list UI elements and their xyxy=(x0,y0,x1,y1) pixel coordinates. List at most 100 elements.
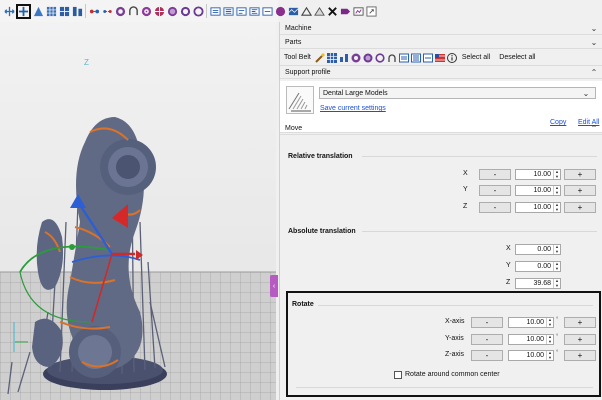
hollow-icon[interactable] xyxy=(351,53,361,63)
rel-z-minus-button[interactable]: - xyxy=(479,202,511,213)
section-support-profile-label: Support profile xyxy=(285,68,331,76)
ring-icon[interactable] xyxy=(375,52,385,63)
ring-icon[interactable] xyxy=(192,4,204,18)
move-icon[interactable] xyxy=(3,4,15,18)
layers-icon[interactable] xyxy=(261,4,273,18)
export-icon[interactable] xyxy=(339,4,351,18)
rel-y-plus-button[interactable]: + xyxy=(564,185,596,196)
spinner-arrows[interactable]: ▲ ▼ xyxy=(553,186,560,195)
hollow-icon[interactable] xyxy=(114,4,126,18)
view-icon[interactable] xyxy=(287,4,299,18)
arrange-icon[interactable] xyxy=(339,53,349,63)
rel-z-plus-button[interactable]: + xyxy=(564,202,596,213)
panel-collapse-tab[interactable]: ‹ xyxy=(270,275,278,297)
rel-x-plus-button[interactable]: + xyxy=(564,169,596,180)
brush-icon[interactable] xyxy=(313,4,325,18)
rotate-x-label: X-axis xyxy=(445,318,465,325)
spinner-arrows[interactable]: ▲ ▼ xyxy=(546,351,553,360)
support-icon[interactable] xyxy=(32,4,44,18)
save-current-settings-link[interactable]: Save current settings xyxy=(320,105,386,112)
circle-icon[interactable] xyxy=(166,4,178,18)
section-parts[interactable]: Parts ⌄ xyxy=(280,36,602,49)
section-support-profile[interactable]: Support profile ⌃ xyxy=(280,66,602,79)
rel-x-input[interactable]: 10.00 ▲ ▼ xyxy=(515,169,561,180)
sphere-icon[interactable] xyxy=(179,4,191,18)
crosshair-icon[interactable] xyxy=(153,4,165,18)
spinner-arrows[interactable]: ▲ ▼ xyxy=(553,170,560,179)
rotate-y-plus-button[interactable]: + xyxy=(564,334,596,345)
connect-icon[interactable] xyxy=(88,4,100,18)
spinner-arrows[interactable]: ▲ ▼ xyxy=(546,335,553,344)
paint-icon[interactable] xyxy=(422,53,433,63)
rotate-z-input[interactable]: 10.00 ▲ ▼ xyxy=(508,350,554,361)
chevron-up-icon: ⌃ xyxy=(590,123,598,133)
grid-icon[interactable] xyxy=(45,4,57,18)
measure-icon[interactable] xyxy=(398,53,409,63)
settings-icon[interactable] xyxy=(352,4,364,18)
rotate-x-value: 10.00 xyxy=(526,319,544,326)
3d-viewport[interactable]: Z xyxy=(0,22,276,400)
spinner-arrows[interactable]: ▲ ▼ xyxy=(553,279,560,288)
rotate-z-unit: ° xyxy=(556,350,559,356)
section-move-label: Move xyxy=(285,124,303,132)
sphere-icon[interactable] xyxy=(363,53,373,63)
abs-z-input[interactable]: 39.68 ▲ ▼ xyxy=(515,278,561,289)
info-icon[interactable] xyxy=(446,52,457,63)
window-icon[interactable] xyxy=(365,4,377,18)
rotate-z-plus-button[interactable]: + xyxy=(564,350,596,361)
flag-icon[interactable] xyxy=(434,53,445,63)
spinner-arrows[interactable]: ▲ ▼ xyxy=(553,262,560,271)
spinner-arrows[interactable]: ▲ ▼ xyxy=(546,318,553,327)
rel-z-value: 10.00 xyxy=(533,204,551,211)
parts-icon[interactable] xyxy=(71,4,83,18)
rotate-x-plus-button[interactable]: + xyxy=(564,317,596,328)
section-parts-label: Parts xyxy=(285,38,302,46)
spinner-arrows[interactable]: ▲ ▼ xyxy=(553,203,560,212)
rotate-title: Rotate xyxy=(292,301,314,308)
abs-x-label: X xyxy=(506,245,511,252)
label-icon[interactable] xyxy=(410,53,421,63)
label-icon[interactable] xyxy=(222,4,234,18)
abs-y-value: 0.00 xyxy=(537,263,551,270)
toolbar-separator xyxy=(206,4,207,18)
abs-x-input[interactable]: 0.00 ▲ ▼ xyxy=(515,244,561,255)
section-machine[interactable]: Machine ⌄ xyxy=(280,22,602,35)
measure-icon[interactable] xyxy=(209,4,221,18)
paint-icon[interactable] xyxy=(235,4,247,18)
rotate-x-minus-button[interactable]: - xyxy=(471,317,503,328)
drain-icon[interactable] xyxy=(387,53,397,63)
abs-x-value: 0.00 xyxy=(537,246,551,253)
abs-y-input[interactable]: 0.00 ▲ ▼ xyxy=(515,261,561,272)
grid-icon[interactable] xyxy=(326,52,337,63)
cut-icon[interactable] xyxy=(101,4,113,18)
rotate-y-label: Y-axis xyxy=(445,335,464,342)
render-icon[interactable] xyxy=(274,4,286,18)
spinner-arrows[interactable]: ▲ ▼ xyxy=(553,245,560,254)
chevron-down-icon: ⌄ xyxy=(590,23,598,33)
rotate-y-input[interactable]: 10.00 ▲ ▼ xyxy=(508,334,554,345)
layout-icon[interactable] xyxy=(58,4,70,18)
move-tool-icon[interactable] xyxy=(16,3,31,19)
rotate-y-minus-button[interactable]: - xyxy=(471,334,503,345)
section-machine-label: Machine xyxy=(285,24,312,32)
rotate-x-input[interactable]: 10.00 ▲ ▼ xyxy=(508,317,554,328)
chevron-down-icon: ⌄ xyxy=(590,37,598,47)
rel-y-input[interactable]: 10.00 ▲ ▼ xyxy=(515,185,561,196)
profile-select[interactable]: Dental Large Models ⌄ xyxy=(319,87,596,99)
rel-x-minus-button[interactable]: - xyxy=(479,169,511,180)
flag-icon[interactable] xyxy=(326,4,338,18)
rel-y-label: Y xyxy=(463,186,468,193)
align-icon[interactable] xyxy=(248,4,260,18)
deselect-all-button[interactable]: Deselect all xyxy=(499,54,535,61)
target-icon[interactable] xyxy=(140,4,152,18)
select-all-button[interactable]: Select all xyxy=(462,54,490,61)
section-move[interactable]: Move ⌃ xyxy=(280,122,602,135)
rotate-z-minus-button[interactable]: - xyxy=(471,350,503,361)
drain-icon[interactable] xyxy=(127,4,139,18)
rel-y-minus-button[interactable]: - xyxy=(479,185,511,196)
rotate-common-center-checkbox[interactable] xyxy=(394,371,402,379)
wizard-icon[interactable] xyxy=(315,52,325,63)
camera-icon[interactable] xyxy=(300,4,312,18)
rel-z-input[interactable]: 10.00 ▲ ▼ xyxy=(515,202,561,213)
divider xyxy=(362,231,597,232)
